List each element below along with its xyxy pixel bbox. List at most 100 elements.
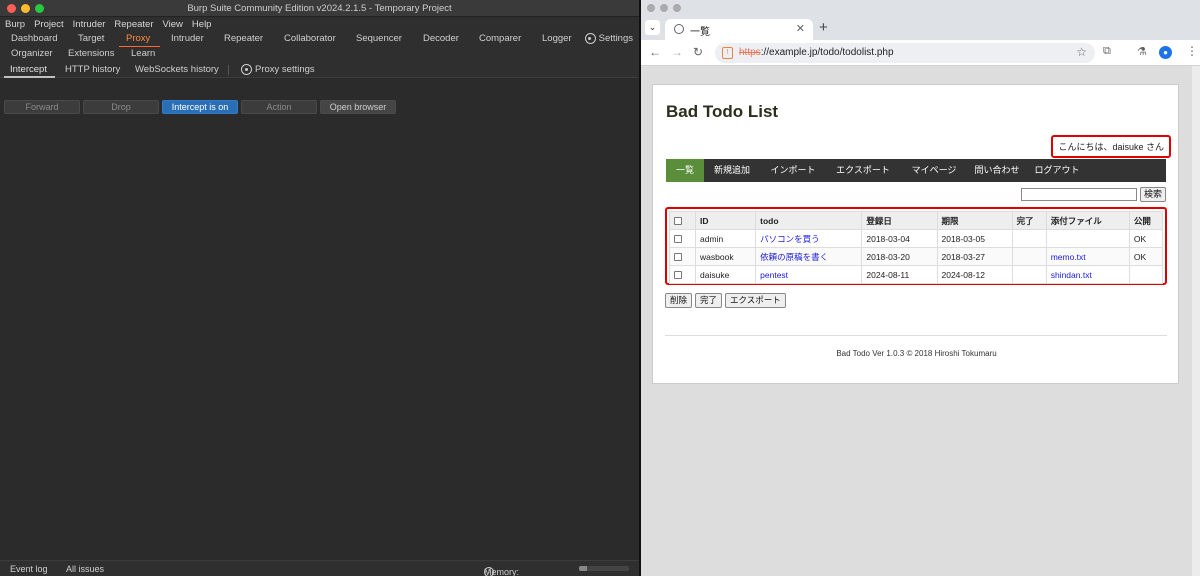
- menu-view[interactable]: View: [163, 19, 183, 30]
- page-title: Bad Todo List: [666, 102, 779, 121]
- delete-button[interactable]: 削除: [665, 293, 693, 308]
- minimize-window-icon[interactable]: [660, 4, 668, 12]
- proxy-settings-label: Proxy settings: [255, 64, 315, 75]
- nav-import[interactable]: インポート: [760, 159, 826, 182]
- close-window-icon[interactable]: [647, 4, 655, 12]
- tab-sequencer[interactable]: Sequencer: [356, 33, 402, 47]
- bulk-actions: 削除 完了 エクスポート: [665, 293, 789, 308]
- cell-id: wasbook: [695, 247, 757, 266]
- menu-intruder[interactable]: Intruder: [73, 19, 106, 30]
- row-checkbox[interactable]: [674, 253, 682, 262]
- close-tab-icon[interactable]: ✕: [796, 22, 805, 35]
- menu-help[interactable]: Help: [192, 19, 212, 30]
- search-input[interactable]: [1021, 188, 1137, 201]
- todo-link[interactable]: 依頼の原稿を書く: [760, 252, 828, 262]
- all-issues-button[interactable]: All issues: [66, 564, 104, 574]
- burp-window: Burp Suite Community Edition v2024.2.1.5…: [0, 0, 639, 576]
- back-arrow-icon[interactable]: ←: [649, 45, 661, 59]
- row-select-cell: [668, 247, 697, 266]
- export-button[interactable]: エクスポート: [725, 293, 786, 308]
- cell-todo: 依頼の原稿を書く: [755, 247, 863, 266]
- cell-todo: pentest: [755, 265, 863, 284]
- search-button[interactable]: 検索: [1140, 187, 1166, 202]
- cell-done: [1011, 229, 1047, 248]
- nav-mypage[interactable]: マイページ: [900, 159, 968, 182]
- cell-registered: 2018-03-20: [861, 247, 938, 266]
- settings-button[interactable]: Settings: [584, 33, 633, 44]
- menu-repeater[interactable]: Repeater: [114, 19, 153, 30]
- tab-target[interactable]: Target: [78, 33, 104, 47]
- tab-search-chevron-icon[interactable]: ⌄: [645, 20, 660, 35]
- maximize-window-icon[interactable]: [673, 4, 681, 12]
- bookmark-star-icon[interactable]: ☆: [1076, 45, 1087, 59]
- proxy-settings-button[interactable]: Proxy settings: [241, 64, 315, 75]
- memory-label: Memory: 110.8MB: [484, 567, 520, 576]
- forward-arrow-icon[interactable]: →: [671, 45, 683, 59]
- col-header-public: 公開: [1128, 211, 1164, 230]
- tab-proxy[interactable]: Proxy: [118, 33, 161, 48]
- tab-dashboard[interactable]: Dashboard: [11, 33, 57, 47]
- drop-button[interactable]: Drop: [83, 100, 159, 114]
- tab-organizer[interactable]: Organizer: [11, 48, 53, 62]
- page-container: Bad Todo List こんにちは、daisuke さん 一覧 新規追加 イ…: [652, 84, 1179, 384]
- col-header-due: 期限: [936, 211, 1013, 230]
- browser-tab[interactable]: 一覧 ✕: [665, 19, 813, 40]
- url-scheme: https: [739, 47, 761, 58]
- nav-export[interactable]: エクスポート: [826, 159, 900, 182]
- menu-project[interactable]: Project: [34, 19, 64, 30]
- row-select-cell: [668, 265, 697, 284]
- nav-new[interactable]: 新規追加: [704, 159, 760, 182]
- profile-avatar-icon[interactable]: ●: [1159, 46, 1172, 59]
- row-select-cell: [668, 229, 697, 248]
- cell-attachment: shindan.txt: [1045, 265, 1130, 284]
- reload-icon[interactable]: ↻: [693, 45, 703, 59]
- address-bar[interactable]: ! https://example.jp/todo/todolist.php ☆: [715, 43, 1095, 63]
- open-browser-button[interactable]: Open browser: [320, 100, 396, 114]
- col-header-id: ID: [695, 211, 757, 230]
- nav-contact[interactable]: 問い合わせ: [968, 159, 1026, 182]
- attachment-link[interactable]: memo.txt: [1051, 252, 1086, 262]
- flask-icon[interactable]: ⚗: [1137, 45, 1147, 58]
- burp-main-tabs: Dashboard Target Proxy Intruder Repeater…: [0, 32, 639, 48]
- tab-repeater[interactable]: Repeater: [224, 33, 263, 47]
- event-log-button[interactable]: Event log: [10, 564, 48, 574]
- todo-table-highlight: ID todo 登録日 期限 完了 添付ファイル 公開 admin パソコンを買…: [665, 207, 1167, 285]
- complete-button[interactable]: 完了: [695, 293, 723, 308]
- tab-collaborator[interactable]: Collaborator: [284, 33, 336, 47]
- menu-burp[interactable]: Burp: [5, 19, 25, 30]
- attachment-link[interactable]: shindan.txt: [1051, 270, 1092, 280]
- cell-due: 2024-08-12: [936, 265, 1013, 284]
- page-scrollbar[interactable]: [1192, 66, 1200, 576]
- select-all-checkbox[interactable]: [674, 217, 682, 226]
- tab-decoder[interactable]: Decoder: [423, 33, 459, 47]
- action-button[interactable]: Action: [241, 100, 317, 114]
- cell-due: 2018-03-27: [936, 247, 1013, 266]
- subtab-intercept[interactable]: Intercept: [4, 64, 55, 78]
- subtab-websockets-history[interactable]: WebSockets history: [135, 64, 219, 75]
- new-tab-icon[interactable]: +: [819, 19, 828, 36]
- not-secure-icon[interactable]: !: [722, 47, 733, 59]
- cell-attachment: [1045, 229, 1130, 248]
- url-path: ://example.jp/todo/todolist.php: [760, 47, 894, 58]
- tab-logger[interactable]: Logger: [542, 33, 572, 47]
- todo-link[interactable]: パソコンを買う: [760, 234, 820, 244]
- nav-logout[interactable]: ログアウト: [1026, 159, 1088, 182]
- cell-id: daisuke: [695, 265, 757, 284]
- memory-bar: [579, 566, 629, 571]
- tab-comparer[interactable]: Comparer: [479, 33, 521, 47]
- row-checkbox[interactable]: [674, 235, 682, 244]
- kebab-menu-icon[interactable]: ⋮: [1186, 45, 1198, 57]
- browser-titlebar: [641, 0, 1200, 17]
- tab-extensions[interactable]: Extensions: [68, 48, 114, 62]
- subtab-http-history[interactable]: HTTP history: [65, 64, 120, 75]
- nav-list[interactable]: 一覧: [666, 159, 704, 182]
- cell-todo: パソコンを買う: [755, 229, 863, 248]
- forward-button[interactable]: Forward: [4, 100, 80, 114]
- col-header-done: 完了: [1011, 211, 1047, 230]
- extensions-puzzle-icon[interactable]: ⧉: [1103, 45, 1111, 58]
- intercept-toggle-button[interactable]: Intercept is on: [162, 100, 238, 114]
- row-checkbox[interactable]: [674, 271, 682, 280]
- tab-intruder[interactable]: Intruder: [171, 33, 204, 47]
- tab-learn[interactable]: Learn: [131, 48, 155, 62]
- todo-link[interactable]: pentest: [760, 270, 788, 280]
